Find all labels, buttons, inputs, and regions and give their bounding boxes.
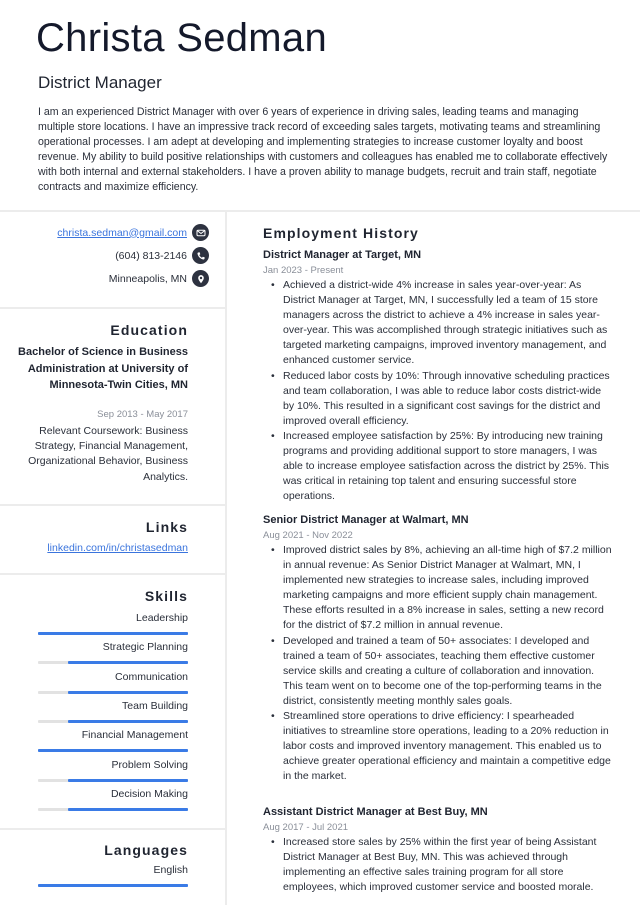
language-level-bar xyxy=(38,884,188,887)
skill-level-fill xyxy=(38,749,188,753)
contact-email-row: christa.sedman@gmail.com xyxy=(57,224,209,241)
skill-label: Financial Management xyxy=(81,729,188,742)
skill-item: Financial Management xyxy=(38,729,188,753)
skill-item: Problem Solving xyxy=(38,759,188,782)
phone-number: (604) 813-2146 xyxy=(115,249,187,262)
job-dates: Aug 2021 - Nov 2022 xyxy=(263,530,353,541)
candidate-role: District Manager xyxy=(38,73,162,92)
education-title: Education xyxy=(110,322,188,338)
skill-label: Leadership xyxy=(136,612,188,624)
candidate-name: Christa Sedman xyxy=(36,16,327,60)
skill-label: Strategic Planning xyxy=(102,641,188,654)
language-label: English xyxy=(153,864,188,876)
job-entry: Senior District Manager at Walmart, MN Au… xyxy=(263,513,613,785)
linkedin-link[interactable]: linkedin.com/in/christasedman xyxy=(47,542,188,554)
right-column: Employment History District Manager at T… xyxy=(227,212,640,905)
job-bullet: Reduced labor costs by 10%: Through inno… xyxy=(263,369,613,429)
education-degree: Bachelor of Science in Business Administ… xyxy=(18,346,188,391)
employment-history-title: Employment History xyxy=(263,225,419,241)
section-divider xyxy=(0,504,225,506)
skill-item: Team Building xyxy=(38,700,188,723)
map-pin-icon xyxy=(192,270,209,287)
job-dates: Aug 2017 - Jul 2021 xyxy=(263,822,349,833)
skill-level-bar xyxy=(38,661,188,665)
language-level-fill xyxy=(38,884,188,887)
job-bullet: Developed and trained a team of 50+ asso… xyxy=(263,634,613,709)
education-coursework: Relevant Coursework: Business Strategy, … xyxy=(28,425,188,483)
skill-item: Leadership xyxy=(38,612,188,635)
job-bullet: Improved district sales by 8%, achieving… xyxy=(263,543,613,634)
skills-title: Skills xyxy=(144,588,188,604)
job-bullets: Improved district sales by 8%, achieving… xyxy=(263,543,613,785)
job-bullet: Increased store sales by 25% within the … xyxy=(263,835,613,895)
job-title: Assistant District Manager at Best Buy, … xyxy=(263,806,488,818)
languages-title: Languages xyxy=(104,842,188,858)
skill-level-fill xyxy=(68,661,188,665)
skill-level-bar xyxy=(38,632,188,635)
job-entry: District Manager at Target, MN Jan 2023 -… xyxy=(263,248,613,504)
skill-level-bar xyxy=(38,807,188,811)
job-bullet: Achieved a district-wide 4% increase in … xyxy=(263,278,613,369)
contact-location-row: Minneapolis, MN xyxy=(109,270,209,287)
envelope-icon xyxy=(192,224,209,241)
section-divider xyxy=(0,573,225,575)
skill-level-fill xyxy=(68,807,188,811)
skill-level-fill xyxy=(68,690,188,694)
skill-label: Problem Solving xyxy=(111,758,188,771)
skill-item: Strategic Planning xyxy=(38,641,188,665)
skill-level-bar xyxy=(38,749,188,753)
links-title: Links xyxy=(145,519,188,535)
skill-label: Decision Making xyxy=(110,787,188,800)
skill-item: Decision Making xyxy=(38,788,188,811)
location-text: Minneapolis, MN xyxy=(108,272,187,285)
skill-level-fill xyxy=(38,632,188,635)
job-bullets: Increased store sales by 25% within the … xyxy=(263,835,613,895)
job-entry: Assistant District Manager at Best Buy, … xyxy=(263,805,613,895)
skill-label: Communication xyxy=(115,670,188,683)
job-title: District Manager at Target, MN xyxy=(263,249,422,261)
job-title: Senior District Manager at Walmart, MN xyxy=(263,514,469,526)
section-divider xyxy=(0,307,225,309)
skill-level-fill xyxy=(68,719,188,723)
contact-phone-row: (604) 813-2146 xyxy=(115,247,209,264)
skill-level-bar xyxy=(38,778,188,782)
phone-icon xyxy=(192,247,209,264)
job-bullets: Achieved a district-wide 4% increase in … xyxy=(263,278,613,504)
email-link[interactable]: christa.sedman@gmail.com xyxy=(57,227,187,239)
profile-summary: I am an experienced District Manager wit… xyxy=(38,106,608,194)
job-dates: Jan 2023 - Present xyxy=(263,265,344,276)
skill-level-fill xyxy=(68,778,188,782)
job-bullet: Increased employee satisfaction by 25%: … xyxy=(263,429,613,504)
language-item: English xyxy=(38,864,188,887)
skill-item: Communication xyxy=(38,671,188,694)
section-divider xyxy=(0,828,225,830)
job-bullet: Streamlined store operations to drive ef… xyxy=(263,709,613,784)
left-column: christa.sedman@gmail.com (604) 813-2146 … xyxy=(0,212,225,905)
education-dates: Sep 2013 - May 2017 xyxy=(97,409,188,420)
skill-level-bar xyxy=(38,719,188,723)
resume-header: Christa Sedman District Manager I am an … xyxy=(0,0,640,211)
skill-label: Team Building xyxy=(122,699,188,712)
skill-level-bar xyxy=(38,690,188,694)
